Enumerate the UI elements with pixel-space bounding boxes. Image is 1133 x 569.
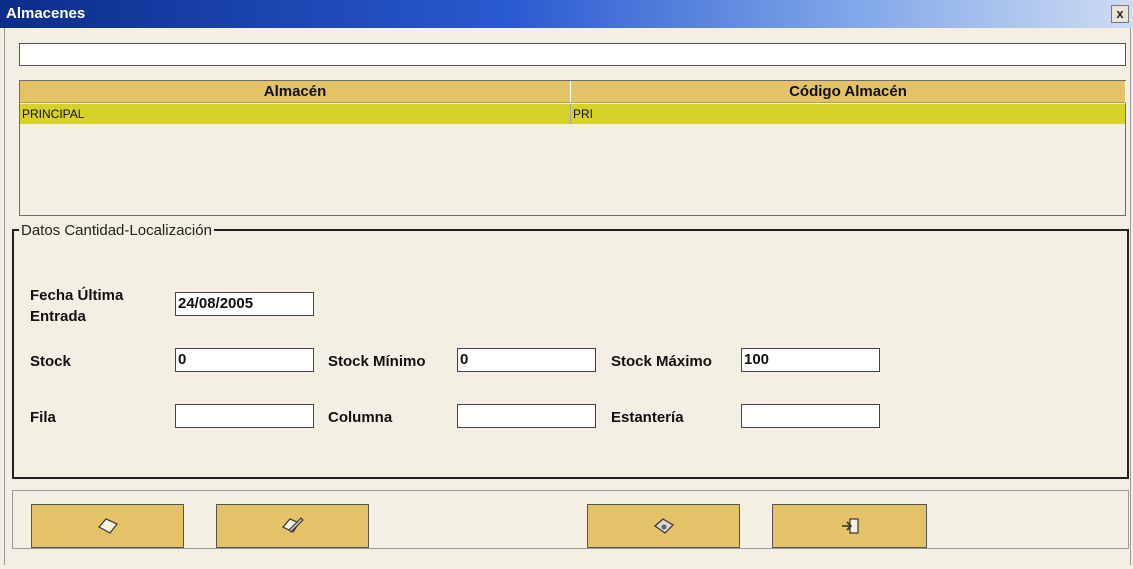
fila-label: Fila [30,409,56,426]
columna-field[interactable] [457,404,596,428]
cell-almacen: PRINCIPAL [20,104,571,124]
stock-field[interactable]: 0 [175,348,314,372]
estanteria-label: Estantería [611,409,684,426]
new-icon [97,518,118,534]
cell-codigo-almacen: PRI [573,107,594,121]
new-button[interactable] [31,504,184,548]
title-bar: Almacenes x [0,0,1133,28]
warehouse-grid: Almacén Código Almacén PRINCIPAL PRI [19,80,1126,216]
column-header-codigo-almacen[interactable]: Código Almacén [571,81,1126,103]
fecha-ultima-entrada-field[interactable]: 24/08/2005 [175,292,314,316]
column-header-almacen[interactable]: Almacén [20,81,571,103]
fila-field[interactable] [175,404,314,428]
fecha-entrada-label: Entrada [30,308,86,325]
exit-icon [841,518,859,534]
close-button[interactable]: x [1111,5,1129,23]
search-input[interactable] [19,43,1126,66]
exit-button[interactable] [772,504,927,548]
stock-minimo-label: Stock Mínimo [328,353,426,370]
estanteria-field[interactable] [741,404,880,428]
save-icon [653,518,674,534]
table-row[interactable]: PRINCIPAL PRI [20,104,1125,124]
edit-icon [281,517,304,533]
stock-label: Stock [30,353,71,370]
window-title: Almacenes [6,5,86,22]
columna-label: Columna [328,409,393,426]
group-legend: Datos Cantidad-Localización [19,222,214,239]
save-button[interactable] [587,504,740,548]
stock-maximo-field[interactable]: 100 [741,348,880,372]
stock-minimo-field[interactable]: 0 [457,348,596,372]
fecha-ultima-label: Fecha Última [30,287,124,304]
edit-button[interactable] [216,504,369,548]
stock-maximo-label: Stock Máximo [611,353,712,370]
